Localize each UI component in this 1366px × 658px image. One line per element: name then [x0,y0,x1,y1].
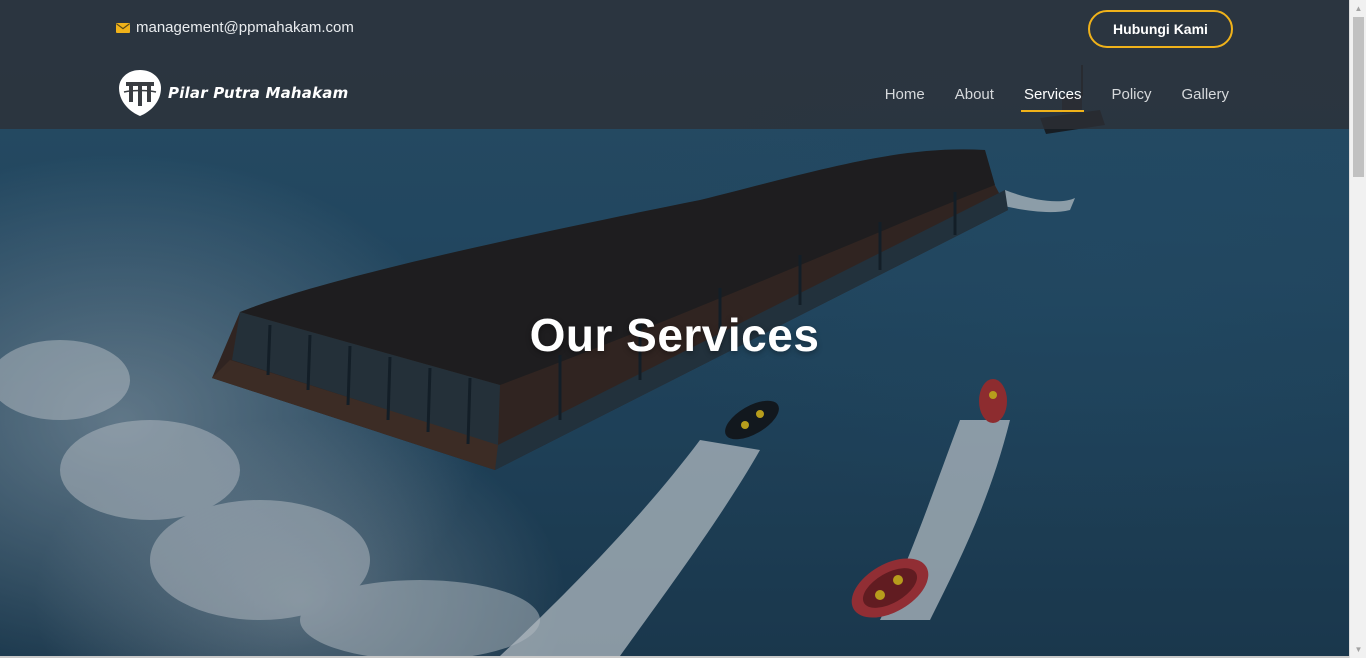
nav-item-services[interactable]: Services [1020,86,1084,112]
page-title: Our Services [529,309,820,361]
nav-item-home[interactable]: Home [885,86,925,109]
nav-item-gallery[interactable]: Gallery [1181,86,1229,109]
scrollbar-thumb[interactable] [1353,17,1364,177]
main-nav: Home About Services Policy Gallery [885,86,1229,112]
envelope-icon [116,22,130,33]
nav-item-policy[interactable]: Policy [1111,86,1151,109]
scroll-down-arrow-icon[interactable]: ▼ [1350,641,1366,658]
brand-logo[interactable]: Pilar Putra Mahakam [116,68,348,118]
vertical-scrollbar[interactable]: ▲ ▼ [1349,0,1366,658]
page-viewport: management@ppmahakam.com Hubungi Kami Pi… [0,0,1349,656]
topbar-email[interactable]: management@ppmahakam.com [116,19,354,36]
site-header: management@ppmahakam.com Hubungi Kami Pi… [0,0,1349,129]
pillar-shield-logo-icon [119,70,161,116]
contact-us-button[interactable]: Hubungi Kami [1088,10,1233,48]
nav-item-about[interactable]: About [955,86,994,109]
brand-name: Pilar Putra Mahakam [168,84,349,102]
scroll-up-arrow-icon[interactable]: ▲ [1350,0,1366,17]
email-text: management@ppmahakam.com [136,19,354,36]
